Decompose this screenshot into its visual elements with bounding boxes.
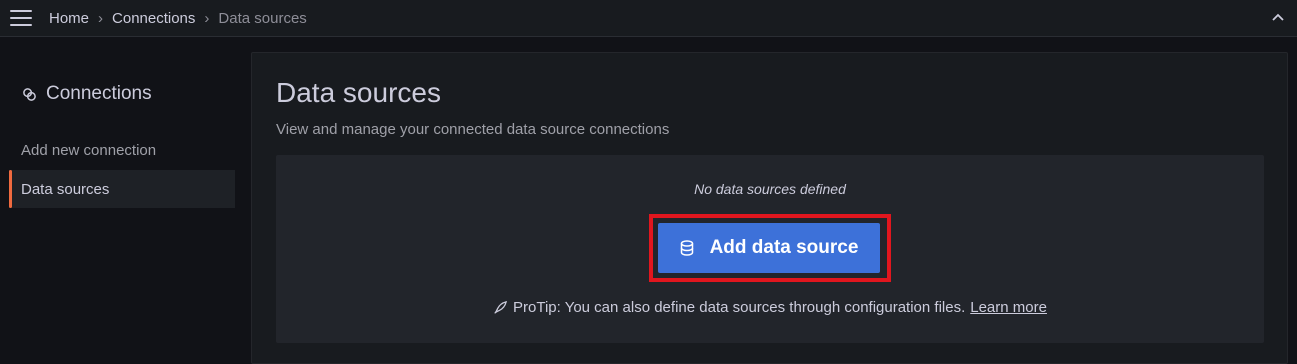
hamburger-menu-icon[interactable]	[10, 10, 32, 26]
chevron-up-icon[interactable]	[1271, 10, 1285, 24]
breadcrumb-data-sources: Data sources	[218, 9, 307, 27]
protip: ProTip: You can also define data sources…	[276, 299, 1264, 316]
sidebar-item-label: Data sources	[21, 180, 110, 198]
sidebar-item-add-new-connection[interactable]: Add new connection	[9, 131, 235, 169]
sidebar: Connections Add new connection Data sour…	[0, 38, 251, 362]
sidebar-item-data-sources[interactable]: Data sources	[9, 170, 235, 208]
breadcrumb-home[interactable]: Home	[49, 10, 89, 27]
page-title: Data sources	[276, 77, 441, 108]
page-subtitle: View and manage your connected data sour…	[276, 121, 670, 138]
empty-state: No data sources defined Add data source …	[276, 155, 1264, 343]
empty-state-message: No data sources defined	[694, 181, 846, 197]
sidebar-title: Connections	[22, 83, 152, 105]
breadcrumb-connections[interactable]: Connections	[112, 10, 195, 27]
sidebar-item-label: Add new connection	[21, 141, 157, 159]
main-content: Data sources View and manage your connec…	[251, 52, 1288, 364]
add-data-source-label: Add data source	[709, 237, 859, 258]
breadcrumb: Home › Connections › Data sources	[49, 10, 307, 27]
breadcrumb-separator-icon: ›	[98, 9, 104, 27]
database-icon	[680, 240, 696, 256]
rocket-icon	[493, 300, 509, 316]
protip-text: ProTip: You can also define data sources…	[513, 299, 966, 316]
breadcrumb-separator-icon: ›	[204, 9, 210, 27]
learn-more-link[interactable]: Learn more	[970, 299, 1047, 316]
link-icon	[22, 86, 38, 102]
add-data-source-button[interactable]: Add data source	[658, 223, 880, 273]
sidebar-title-text: Connections	[46, 83, 152, 104]
top-bar: Home › Connections › Data sources	[0, 0, 1297, 37]
